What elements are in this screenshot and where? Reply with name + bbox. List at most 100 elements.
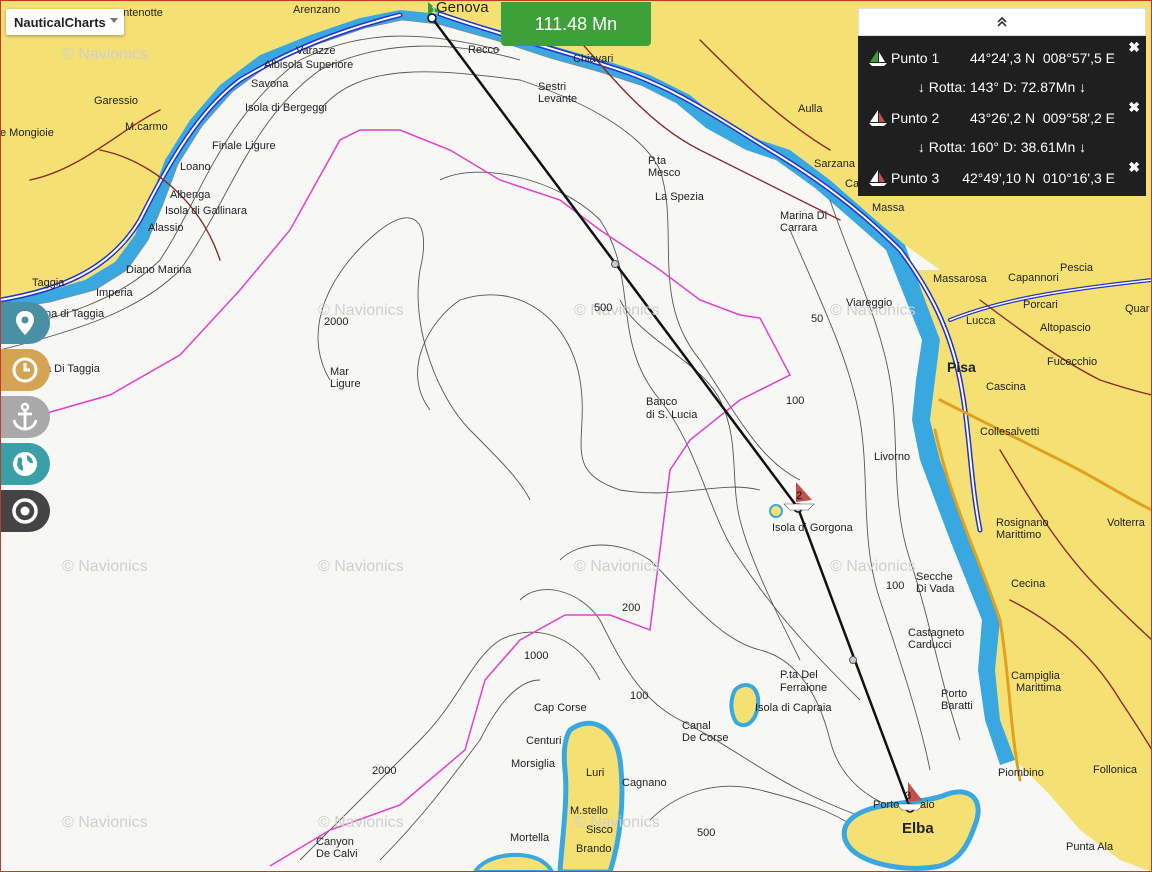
waypoint-coords: 42°49',10 N 010°16',3 E	[962, 170, 1115, 186]
place-label: Canyon	[316, 836, 354, 848]
place-label: Cagnano	[622, 777, 667, 789]
place-label: Garessio	[94, 95, 139, 107]
place-label: De Calvi	[316, 848, 358, 860]
svg-text:3: 3	[905, 790, 911, 802]
place-label: Collesalvetti	[980, 426, 1040, 438]
depth-label: 2000	[324, 316, 349, 328]
route-leg-2: ↓ Rotta: 160° D: 38.61Mn ↓	[917, 139, 1087, 155]
place-label: Di Vada	[916, 583, 955, 595]
place-label: Ferraione	[780, 682, 828, 694]
chart-type-value: NauticalCharts	[14, 14, 106, 30]
route-leg-1: ↓ Rotta: 143° D: 72.87Mn ↓	[917, 79, 1087, 95]
place-label: Castagneto	[908, 627, 965, 639]
watermark: © Navionics	[574, 302, 660, 319]
depth-label: 2000	[372, 765, 397, 777]
island-gorgona	[769, 504, 783, 518]
place-label: Viareggio	[846, 297, 893, 309]
place-label: Carducci	[908, 639, 952, 651]
target-icon	[12, 498, 38, 524]
place-label: Altopascio	[1040, 322, 1091, 334]
place-label: a Di Taggia	[45, 363, 100, 375]
place-label: Marittima	[1016, 682, 1062, 694]
svg-text:2: 2	[796, 490, 802, 502]
depth-label: 100	[630, 690, 649, 702]
place-label: Alassio	[148, 222, 184, 234]
globe-icon	[13, 452, 37, 476]
history-button[interactable]	[0, 349, 50, 391]
place-label: Arenzano	[293, 4, 341, 16]
place-label: Diano Marina	[126, 264, 192, 276]
globe-button[interactable]	[0, 443, 50, 485]
chart-type-dropdown[interactable]: NauticalCharts	[6, 9, 124, 35]
anchor-icon	[12, 402, 38, 431]
place-label: Capannori	[1008, 272, 1059, 284]
place-label: Finale Ligure	[212, 140, 276, 152]
place-label: Genova	[436, 0, 489, 16]
place-label: Cascina	[986, 381, 1026, 393]
sailboat-icon	[869, 170, 887, 186]
place-label: di S. Lucia	[646, 409, 698, 421]
place-label: Piombino	[998, 767, 1044, 779]
place-label: De Corse	[682, 732, 729, 744]
place-label: Marina Di	[780, 210, 828, 222]
remove-waypoint-2-button[interactable]: ✖	[1128, 99, 1140, 116]
watermark: © Navionics	[62, 814, 148, 831]
place-label: Marittimo	[996, 529, 1042, 541]
route-total-distance[interactable]: 111.48 Mn	[501, 2, 651, 46]
remove-waypoint-3-button[interactable]: ✖	[1128, 159, 1140, 176]
collapse-panel-button[interactable]	[858, 8, 1146, 36]
remove-waypoint-1-button[interactable]: ✖	[1128, 39, 1140, 56]
waypoint-row-3[interactable]: Punto 3 42°49',10 N 010°16',3 E ✖	[858, 159, 1146, 193]
depth-label: 500	[697, 827, 716, 839]
place-label: aio	[920, 799, 935, 811]
place-label: Isola di Gallinara	[165, 205, 247, 217]
waypoint-row-1[interactable]: Punto 1 44°24',3 N 008°57',5 E ✖	[858, 39, 1146, 73]
anchorage-button[interactable]	[0, 396, 50, 438]
place-label: Brando	[576, 843, 612, 855]
place-label: Campiglia	[1011, 670, 1060, 682]
place-label: Rosignano	[996, 517, 1049, 529]
place-label: Ligure	[330, 378, 361, 390]
place-label: P.ta	[648, 155, 667, 167]
place-label: Imperia	[96, 287, 133, 299]
place-label: Livorno	[874, 451, 911, 463]
place-label: Taggia	[32, 277, 65, 289]
place-label: Mar	[330, 366, 349, 378]
waypoint-name: Punto 1	[891, 50, 940, 66]
location-button[interactable]	[0, 302, 50, 344]
place-label: Sestri	[538, 81, 567, 93]
place-label: Isola di Gorgona	[772, 522, 853, 534]
waypoint-name: Punto 3	[891, 170, 940, 186]
place-label: Morsiglia	[511, 758, 556, 770]
place-label: Chiavari	[573, 53, 614, 65]
place-label: Recco	[468, 44, 500, 56]
place-label: Porcari	[1023, 299, 1058, 311]
place-label: Secche	[916, 571, 953, 583]
chevron-down-icon	[110, 18, 118, 23]
place-label: Carrara	[780, 222, 818, 234]
place-label: Varazze	[296, 45, 336, 57]
clock-icon	[12, 357, 38, 383]
watermark: © Navionics	[62, 46, 148, 63]
place-label: Isola di Bergeggi	[245, 102, 327, 114]
place-label: Mesco	[648, 167, 681, 179]
place-label: Centuri	[526, 735, 562, 747]
watermark: © Navionics	[574, 558, 660, 575]
place-label: Banco	[646, 396, 678, 408]
waypoint-row-2[interactable]: Punto 2 43°26',2 N 009°58',2 E ✖	[858, 99, 1146, 133]
place-label: Massa	[872, 202, 905, 214]
target-button[interactable]	[0, 490, 50, 532]
depth-label: 100	[886, 580, 905, 592]
place-label: Elba	[902, 820, 934, 837]
place-label: La Spezia	[655, 191, 704, 203]
place-label: Baratti	[941, 700, 973, 712]
place-label: Punta Ala	[1066, 841, 1114, 853]
place-label: Cap Corse	[534, 702, 587, 714]
watermark: © Navionics	[318, 558, 404, 575]
place-label: Ca	[845, 178, 860, 190]
waypoint-coords: 44°24',3 N 008°57',5 E	[970, 50, 1115, 66]
place-label: Albisola Superiore	[264, 59, 354, 71]
double-chevron-up-icon	[997, 16, 1007, 27]
place-label: M.stello	[570, 805, 608, 817]
place-label: M.carmo	[125, 121, 168, 133]
